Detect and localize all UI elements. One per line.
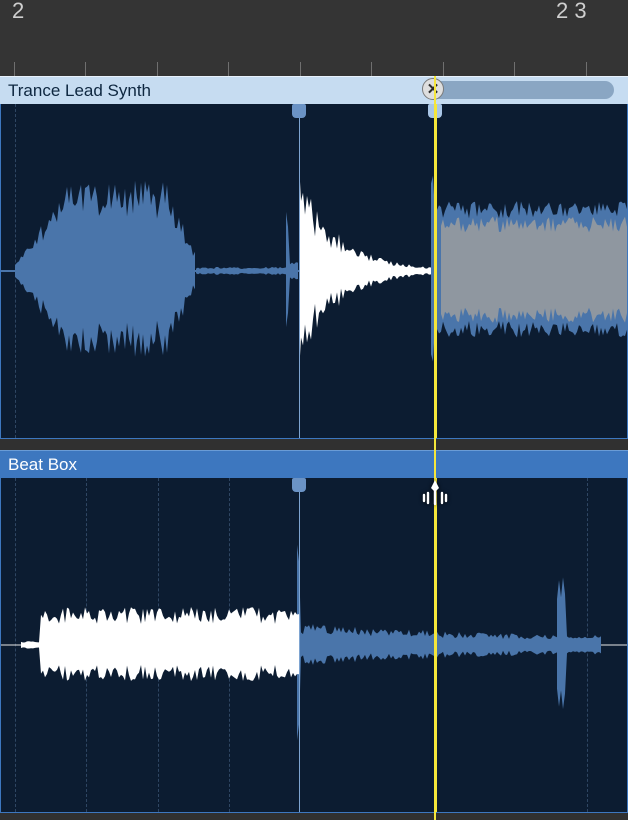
track-header-trance[interactable]: Trance Lead Synth [0, 76, 628, 104]
flex-marker-line[interactable] [299, 478, 300, 812]
waveform [1, 478, 628, 813]
daw-arrange-view: 2 2 3 Trance Lead Synth ✕ Beat Box [0, 0, 628, 820]
region-fade-slider[interactable] [429, 81, 614, 99]
ruler-tick [443, 62, 444, 76]
flex-slice-icon[interactable] [417, 478, 453, 513]
ruler-tick [300, 62, 301, 76]
playhead[interactable] [435, 104, 437, 438]
track-name-label: Trance Lead Synth [8, 81, 151, 100]
close-icon: ✕ [427, 80, 440, 98]
ruler-tick [85, 62, 86, 76]
waveform [1, 104, 628, 439]
bar-number: 2 [12, 0, 24, 24]
ruler-tick [157, 62, 158, 76]
flex-marker-line[interactable] [299, 104, 300, 438]
track-header-beatbox[interactable]: Beat Box [0, 450, 628, 478]
flex-marker-handle[interactable] [292, 104, 306, 118]
timeline-ruler[interactable]: 2 2 3 [0, 0, 628, 77]
track-body-trance[interactable] [0, 104, 628, 439]
playhead[interactable] [435, 478, 437, 812]
ruler-tick [371, 62, 372, 76]
flex-marker-handle[interactable] [292, 478, 306, 492]
ruler-tick [586, 62, 587, 76]
region-fade-x-button[interactable]: ✕ [422, 78, 444, 100]
ruler-tick [228, 62, 229, 76]
track-name-label: Beat Box [8, 455, 77, 474]
ruler-tick [14, 62, 15, 76]
track-body-beatbox[interactable] [0, 478, 628, 813]
bar-number: 2 3 [556, 0, 587, 24]
ruler-tick [514, 62, 515, 76]
